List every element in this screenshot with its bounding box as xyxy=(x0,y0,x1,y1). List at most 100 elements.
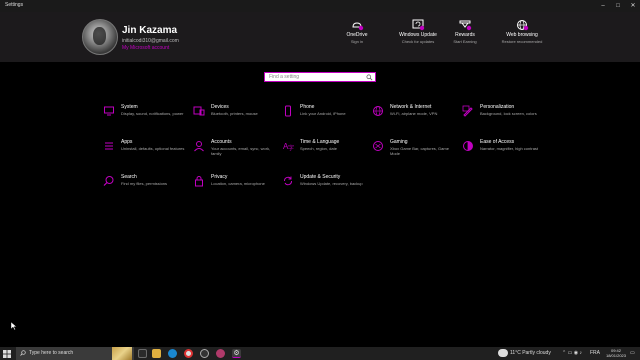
app-icon[interactable] xyxy=(200,349,209,358)
tile-title: Phone xyxy=(300,104,315,110)
tile-ease-of-access[interactable]: Ease of Access Narrator, magnifier, high… xyxy=(462,139,548,169)
taskbar: Type here to search ⚙ 11°C Partly cloudy… xyxy=(0,347,640,360)
tile-title: Personalization xyxy=(480,104,515,110)
windows-start-icon[interactable] xyxy=(3,350,11,358)
tile-privacy[interactable]: Privacy Location, camera, microphone xyxy=(193,174,279,204)
window-title: Settings xyxy=(5,2,24,8)
tile-description: Background, lock screen, colors xyxy=(480,111,537,116)
tile-description: Bluetooth, printers, mouse xyxy=(211,111,258,116)
svg-text:字: 字 xyxy=(288,144,294,152)
tile-description: Speech, region, date xyxy=(300,146,337,151)
edge-icon[interactable] xyxy=(168,349,177,358)
chrome-icon[interactable] xyxy=(184,349,193,358)
header-item-web-browsing[interactable]: Web browsing Restore recommended xyxy=(497,18,547,44)
header-item-title: Windows Update xyxy=(399,32,437,38)
search-icon xyxy=(103,174,115,186)
header-item-rewards[interactable]: Rewards Start Earning xyxy=(440,18,490,44)
search-icon xyxy=(366,74,373,81)
phone-icon xyxy=(282,104,294,117)
tile-description: Wi-Fi, airplane mode, VPN xyxy=(390,111,438,116)
tile-system[interactable]: System Display, sound, notifications, po… xyxy=(103,104,189,134)
clock-date: 18/01/2023 xyxy=(605,353,626,358)
task-view-icon[interactable] xyxy=(138,349,147,358)
microsoft-account-link[interactable]: My Microsoft account xyxy=(122,45,169,51)
personalization-icon xyxy=(462,104,474,117)
account-email: initialcodi310@gmail.com xyxy=(122,38,179,44)
tile-title: Apps xyxy=(121,139,133,145)
search-highlight-image xyxy=(112,347,132,360)
language-indicator[interactable]: FRA xyxy=(590,350,600,356)
tile-network[interactable]: Network & Internet Wi-Fi, airplane mode,… xyxy=(372,104,458,134)
rewards-icon xyxy=(458,18,472,31)
tile-phone[interactable]: Phone Link your Android, iPhone xyxy=(282,104,368,134)
notifications-icon[interactable]: ▭ xyxy=(630,350,635,356)
tile-title: Search xyxy=(121,174,137,180)
tile-description: Windows Update, recovery, backup xyxy=(300,181,363,186)
windows-update-icon xyxy=(411,18,425,31)
tile-description: Xbox Game Bar, captures, Game Mode xyxy=(390,146,449,156)
tile-description: Location, camera, microphone xyxy=(211,181,265,186)
search-icon xyxy=(20,350,26,356)
header-item-subtitle: Start Earning xyxy=(453,39,477,44)
tile-gaming[interactable]: Gaming Xbox Game Bar, captures, Game Mod… xyxy=(372,139,458,169)
web-browsing-icon xyxy=(515,18,529,31)
minimize-button[interactable]: – xyxy=(596,0,610,12)
mouse-cursor-icon xyxy=(11,322,17,330)
taskbar-search-placeholder: Type here to search xyxy=(29,350,74,356)
apps-icon xyxy=(103,139,115,151)
system-icon xyxy=(103,104,115,116)
settings-gear-icon[interactable]: ⚙ xyxy=(232,349,241,358)
accounts-icon xyxy=(193,139,205,152)
tile-title: Update & Security xyxy=(300,174,341,180)
weather-text[interactable]: 11°C Partly cloudy xyxy=(510,350,551,356)
header-item-subtitle: Check for updates xyxy=(401,39,435,44)
tile-personalization[interactable]: Personalization Background, lock screen,… xyxy=(462,104,548,134)
header-item-subtitle: Restore recommended xyxy=(501,39,543,44)
network-icon xyxy=(372,104,384,116)
avatar[interactable] xyxy=(82,19,118,55)
close-button[interactable]: ✕ xyxy=(626,0,640,12)
update-security-icon xyxy=(282,174,294,186)
header-item-title: Rewards xyxy=(455,32,475,38)
tile-time-language[interactable]: A字 Time & Language Speech, region, date xyxy=(282,139,368,169)
tile-title: Privacy xyxy=(211,174,228,180)
tile-apps[interactable]: Apps Uninstall, defaults, optional featu… xyxy=(103,139,189,169)
taskbar-search-box[interactable]: Type here to search xyxy=(16,347,134,360)
header-item-title: Web browsing xyxy=(506,32,538,38)
tile-update-security[interactable]: Update & Security Windows Update, recove… xyxy=(282,174,368,204)
tile-description: Display, sound, notifications, power xyxy=(121,111,184,116)
tile-title: Devices xyxy=(211,104,229,110)
tile-description: Uninstall, defaults, optional features xyxy=(121,146,185,151)
tile-title: Ease of Access xyxy=(480,139,515,145)
gaming-icon xyxy=(372,139,384,151)
tile-devices[interactable]: Devices Bluetooth, printers, mouse xyxy=(193,104,279,134)
header-item-onedrive[interactable]: OneDrive Sign in xyxy=(332,18,382,44)
devices-icon xyxy=(193,104,205,116)
settings-search-input[interactable]: Find a setting xyxy=(264,72,376,82)
tile-accounts[interactable]: Accounts Your accounts, email, sync, wor… xyxy=(193,139,279,169)
tile-title: System xyxy=(121,104,138,110)
system-tray-icons[interactable]: ⌃ ▭ ◉ ♪ xyxy=(562,350,582,356)
tile-description: Narrator, magnifier, high contrast xyxy=(480,146,539,151)
weather-icon[interactable] xyxy=(498,349,508,357)
tile-search[interactable]: Search Find my files, permissions xyxy=(103,174,189,204)
tile-title: Gaming xyxy=(390,139,408,145)
file-explorer-icon[interactable] xyxy=(152,349,161,358)
tile-description: Your accounts, email, sync, work, family xyxy=(211,146,271,156)
tile-title: Network & Internet xyxy=(390,104,432,110)
tile-title: Time & Language xyxy=(300,139,340,145)
search-placeholder: Find a setting xyxy=(269,74,300,80)
ease-of-access-icon xyxy=(462,139,474,151)
account-name: Jin Kazama xyxy=(122,25,178,36)
time-language-icon: A字 xyxy=(282,139,294,152)
tile-description: Find my files, permissions xyxy=(121,181,168,186)
maximize-button[interactable]: □ xyxy=(611,0,625,12)
tile-title: Accounts xyxy=(211,139,232,145)
header-item-title: OneDrive xyxy=(346,32,368,38)
media-app-icon[interactable] xyxy=(216,349,225,358)
header-item-windows-update[interactable]: Windows Update Check for updates xyxy=(393,18,443,44)
clock[interactable]: 09:42 18/01/2023 xyxy=(606,348,626,358)
title-bar: Settings – □ ✕ xyxy=(0,0,640,12)
onedrive-icon xyxy=(350,18,364,31)
tile-description: Link your Android, iPhone xyxy=(300,111,346,116)
